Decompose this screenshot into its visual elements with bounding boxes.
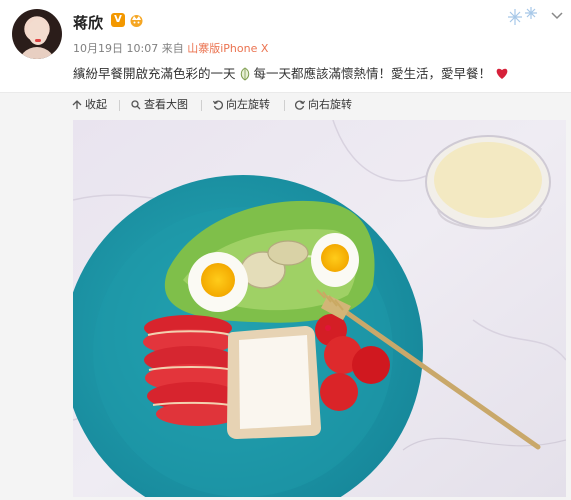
rotate-left-label: 向左旋转 — [226, 98, 270, 111]
post-header: 蒋欣 V 10月19日 10:07 来自 山寨版iPhone X 繽紛早餐開啟充… — [0, 0, 571, 92]
zoom-icon — [131, 100, 141, 110]
collapse-button[interactable]: 收起 — [72, 97, 107, 113]
verified-badge: V — [111, 13, 125, 27]
author-name[interactable]: 蒋欣 — [73, 12, 103, 33]
post-text-part2: 每一天都應該滿懷熱情！愛生活，愛早餐！ — [253, 66, 492, 81]
avatar[interactable] — [12, 9, 62, 59]
post-text-part1: 繽紛早餐開啟充滿色彩的一天 — [73, 66, 236, 81]
rotate-left-icon — [212, 100, 223, 110]
leaf-icon — [240, 67, 249, 81]
toolbar-divider — [119, 100, 120, 111]
heart-icon — [496, 68, 508, 79]
view-large-button[interactable]: 查看大图 — [131, 97, 188, 113]
post-date[interactable]: 10月19日 10:07 — [73, 42, 158, 55]
collapse-label: 收起 — [85, 98, 107, 111]
rotate-left-button[interactable]: 向左旋转 — [212, 97, 270, 113]
chevron-down-icon[interactable] — [551, 12, 563, 20]
collapse-icon — [72, 100, 82, 109]
crown-icon — [130, 15, 143, 27]
breakfast-photo[interactable] — [73, 120, 566, 497]
photo-container — [0, 117, 571, 500]
post-text: 繽紛早餐開啟充滿色彩的一天 每一天都應該滿懷熱情！愛生活，愛早餐！ — [73, 63, 509, 82]
post-meta: 10月19日 10:07 来自 山寨版iPhone X — [73, 40, 268, 56]
toolbar-divider — [284, 100, 285, 111]
post-from: 来自 — [161, 42, 184, 55]
rotate-right-icon — [295, 100, 306, 110]
snowflake-decoration-icon — [508, 7, 537, 25]
post-source[interactable]: 山寨版iPhone X — [187, 42, 268, 55]
toolbar-divider — [201, 100, 202, 111]
rotate-right-button[interactable]: 向右旋转 — [295, 97, 352, 113]
view-large-label: 查看大图 — [144, 98, 188, 111]
image-toolbar: 收起 查看大图 向左旋转 向右旋转 — [0, 92, 571, 118]
rotate-right-label: 向右旋转 — [308, 98, 352, 111]
